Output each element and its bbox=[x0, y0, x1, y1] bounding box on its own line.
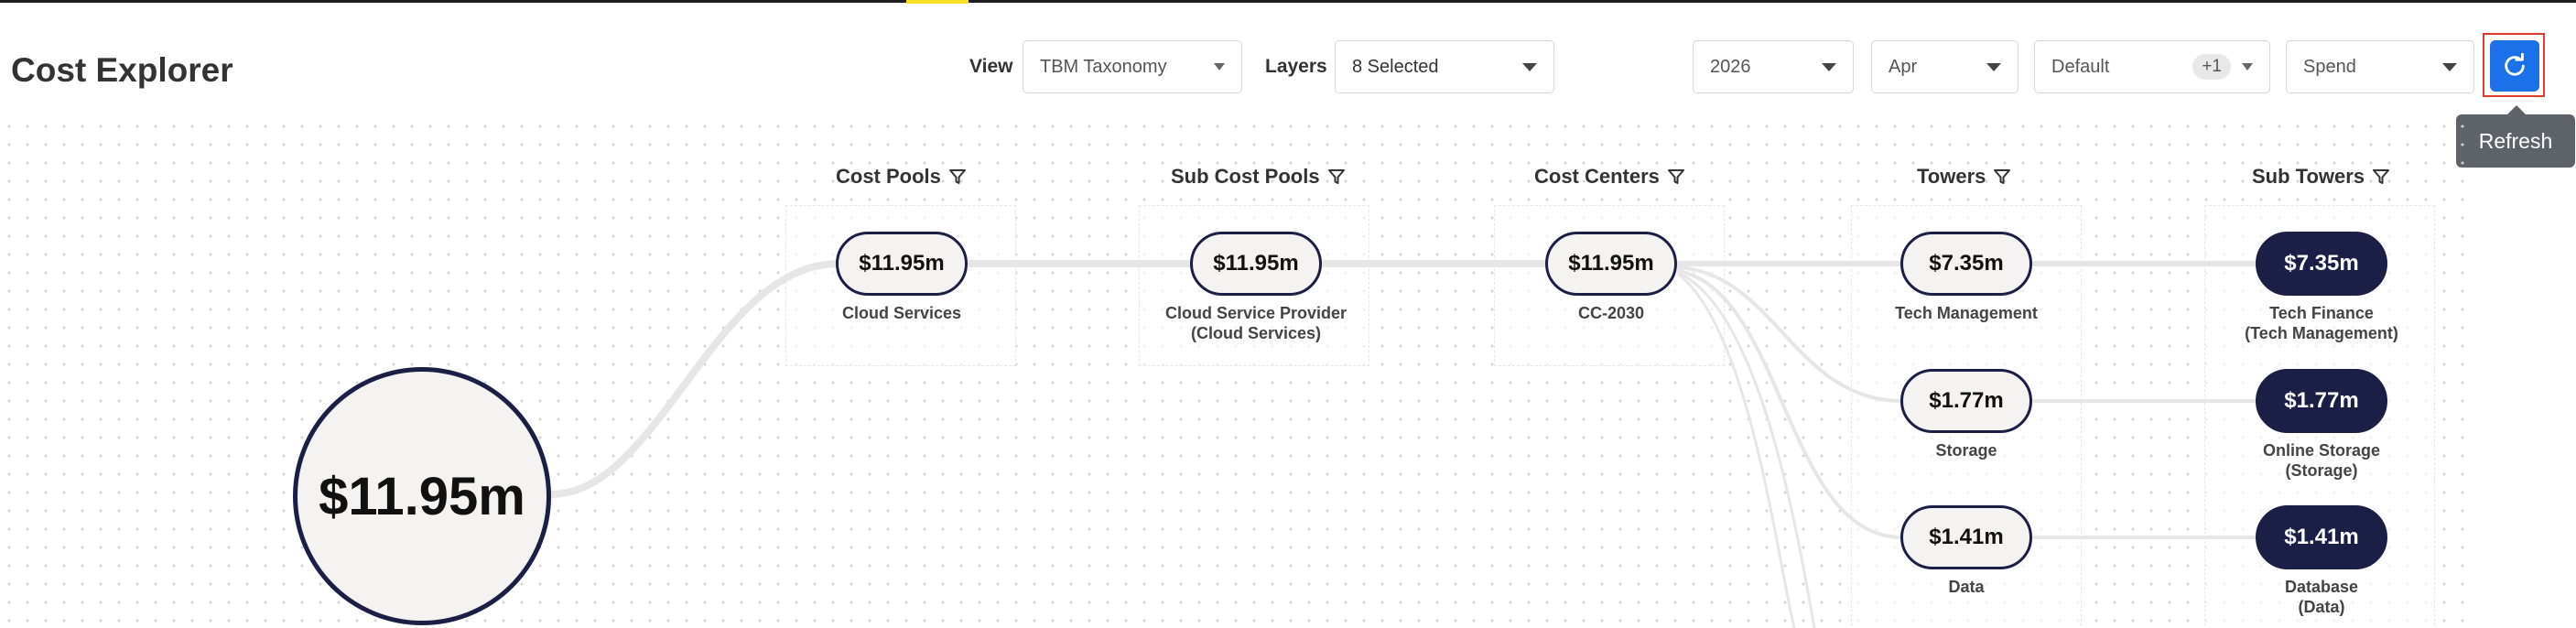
column-header-sub-towers: Sub Towers bbox=[2252, 165, 2390, 189]
sub-tower-node-label: Online Storage (Storage) bbox=[2203, 440, 2441, 481]
node-label-line: CC-2030 bbox=[1577, 304, 1645, 322]
node-label-line: Online Storage bbox=[2262, 441, 2381, 460]
cost-center-node[interactable]: $11.95m bbox=[1545, 232, 1677, 296]
column-header-cost-centers: Cost Centers bbox=[1534, 165, 1685, 189]
link-total-to-cost-pool bbox=[547, 260, 842, 498]
column-title: Cost Pools bbox=[836, 165, 941, 188]
tower-node-label: Tech Management bbox=[1895, 304, 2038, 322]
filter-icon[interactable] bbox=[2372, 168, 2390, 186]
node-label-line: (Cloud Services) bbox=[1190, 324, 1322, 342]
node-label-line: Cloud Services bbox=[841, 304, 962, 322]
node-label-line: Database bbox=[2284, 578, 2359, 596]
column-title: Sub Towers bbox=[2252, 165, 2365, 188]
node-label-line: (Storage) bbox=[2285, 461, 2358, 480]
filter-icon[interactable] bbox=[948, 168, 967, 186]
sub-tower-node-label: Tech Finance (Tech Management) bbox=[2203, 303, 2441, 343]
tower-node-label: Data bbox=[1948, 578, 1985, 596]
node-label-line: Tech Finance bbox=[2269, 304, 2374, 322]
sub-tower-node-tech-finance[interactable]: $7.35m bbox=[2256, 232, 2387, 296]
sub-tower-node-online-storage[interactable]: $1.77m bbox=[2256, 369, 2387, 433]
column-title: Towers bbox=[1917, 165, 1986, 188]
sub-tower-node-database[interactable]: $1.41m bbox=[2256, 505, 2387, 569]
node-label-line: (Data) bbox=[2298, 598, 2345, 616]
node-label-line: (Tech Management) bbox=[2245, 324, 2398, 342]
column-header-cost-pools: Cost Pools bbox=[836, 165, 967, 189]
tower-node-data[interactable]: $1.41m bbox=[1900, 505, 2032, 569]
cost-pool-node-label: Cloud Services bbox=[783, 303, 1021, 323]
cost-center-node-label: CC-2030 bbox=[1492, 303, 1730, 323]
column-title: Cost Centers bbox=[1534, 165, 1660, 188]
filter-icon[interactable] bbox=[1993, 168, 2011, 186]
sub-tower-node-label: Database (Data) bbox=[2203, 577, 2441, 617]
column-title: Sub Cost Pools bbox=[1171, 165, 1320, 188]
filter-icon[interactable] bbox=[1327, 168, 1346, 186]
cost-pool-node[interactable]: $11.95m bbox=[836, 232, 968, 296]
filter-icon[interactable] bbox=[1667, 168, 1685, 186]
column-header-towers: Towers bbox=[1917, 165, 2011, 189]
tower-node-storage[interactable]: $1.77m bbox=[1900, 369, 2032, 433]
node-label-line: Cloud Service Provider bbox=[1164, 304, 1348, 322]
column-header-sub-cost-pools: Sub Cost Pools bbox=[1171, 165, 1346, 189]
total-cost-node[interactable]: $11.95m bbox=[293, 367, 551, 625]
sub-cost-pool-node-label: Cloud Service Provider (Cloud Services) bbox=[1137, 303, 1375, 343]
sub-cost-pool-node[interactable]: $11.95m bbox=[1190, 232, 1322, 296]
tower-node-tech-management[interactable]: $7.35m bbox=[1900, 232, 2032, 296]
tower-node-label: Storage bbox=[1935, 441, 1997, 460]
